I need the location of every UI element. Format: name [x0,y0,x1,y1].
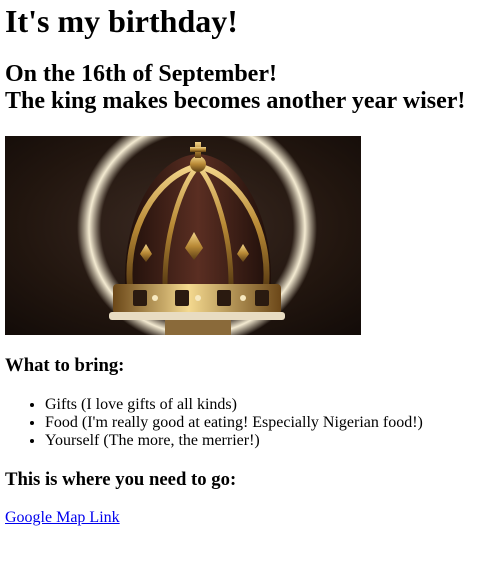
page-title: It's my birthday! [5,3,238,39]
date-heading: On the 16th of September! The king makes… [5,61,465,115]
what-to-bring-heading: What to bring: [5,355,125,376]
crown-image [5,136,361,335]
date-line: On the 16th of September! [5,61,277,87]
list-item: Gifts (I love gifts of all kinds) [45,396,423,414]
bring-list: Gifts (I love gifts of all kinds) Food (… [5,396,423,450]
tagline: The king makes becomes another year wise… [5,88,466,114]
list-item: Yourself (The more, the merrier!) [45,432,423,450]
location-heading: This is where you need to go: [5,469,237,490]
google-map-link[interactable]: Google Map Link [5,509,120,527]
list-item: Food (I'm really good at eating! Especia… [45,414,423,432]
